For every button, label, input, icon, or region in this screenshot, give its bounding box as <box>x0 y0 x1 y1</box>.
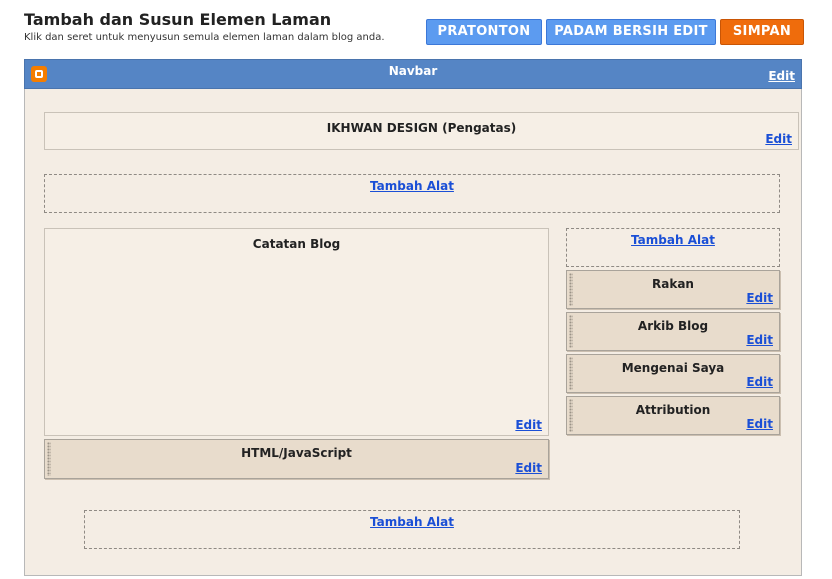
navbar-title: Navbar <box>388 64 438 78</box>
blog-posts-title: Catatan Blog <box>252 237 341 251</box>
sidebar-widget-edit-link[interactable]: Edit <box>746 417 773 431</box>
navbar-widget: Navbar Edit <box>24 59 802 89</box>
sidebar-widget-attribution[interactable]: Attribution Edit <box>566 396 780 435</box>
save-button[interactable]: SIMPAN <box>720 19 804 45</box>
blog-posts-widget[interactable]: Catatan Blog Edit <box>44 228 549 436</box>
preview-button[interactable]: PRATONTON <box>426 19 542 45</box>
add-gadget-link-footer[interactable]: Tambah Alat <box>370 515 454 529</box>
page-subtitle: Klik dan seret untuk menyusun semula ele… <box>24 32 385 43</box>
sidebar-widget-rakan[interactable]: Rakan Edit <box>566 270 780 309</box>
html-javascript-edit-link[interactable]: Edit <box>515 461 542 475</box>
sidebar-widget-title: Attribution <box>635 403 711 417</box>
sidebar-widget-edit-link[interactable]: Edit <box>746 375 773 389</box>
html-javascript-title: HTML/JavaScript <box>241 446 352 460</box>
add-gadget-top: Tambah Alat <box>44 174 780 213</box>
sidebar-widget-title: Rakan <box>652 277 694 291</box>
header-widget-edit-link[interactable]: Edit <box>765 132 792 146</box>
header-widget-title: IKHWAN DESIGN (Pengatas) <box>326 121 517 135</box>
sidebar-widget-edit-link[interactable]: Edit <box>746 333 773 347</box>
sidebar-widget-mengenai-saya[interactable]: Mengenai Saya Edit <box>566 354 780 393</box>
sidebar-widget-title: Mengenai Saya <box>621 361 725 375</box>
sidebar-widget-arkib-blog[interactable]: Arkib Blog Edit <box>566 312 780 351</box>
page-title: Tambah dan Susun Elemen Laman <box>24 10 332 29</box>
add-gadget-footer: Tambah Alat <box>84 510 740 549</box>
sidebar-widget-edit-link[interactable]: Edit <box>746 291 773 305</box>
blog-posts-edit-link[interactable]: Edit <box>515 418 542 432</box>
add-gadget-link-top[interactable]: Tambah Alat <box>370 179 454 193</box>
navbar-edit-link[interactable]: Edit <box>768 69 795 83</box>
header-widget[interactable]: IKHWAN DESIGN (Pengatas) Edit <box>44 112 799 150</box>
sidebar-widget-title: Arkib Blog <box>637 319 709 333</box>
clear-edits-button[interactable]: PADAM BERSIH EDIT <box>546 19 716 45</box>
add-gadget-sidebar: Tambah Alat <box>566 228 780 267</box>
add-gadget-link-sidebar[interactable]: Tambah Alat <box>631 233 715 247</box>
html-javascript-widget[interactable]: HTML/JavaScript Edit <box>44 439 549 479</box>
